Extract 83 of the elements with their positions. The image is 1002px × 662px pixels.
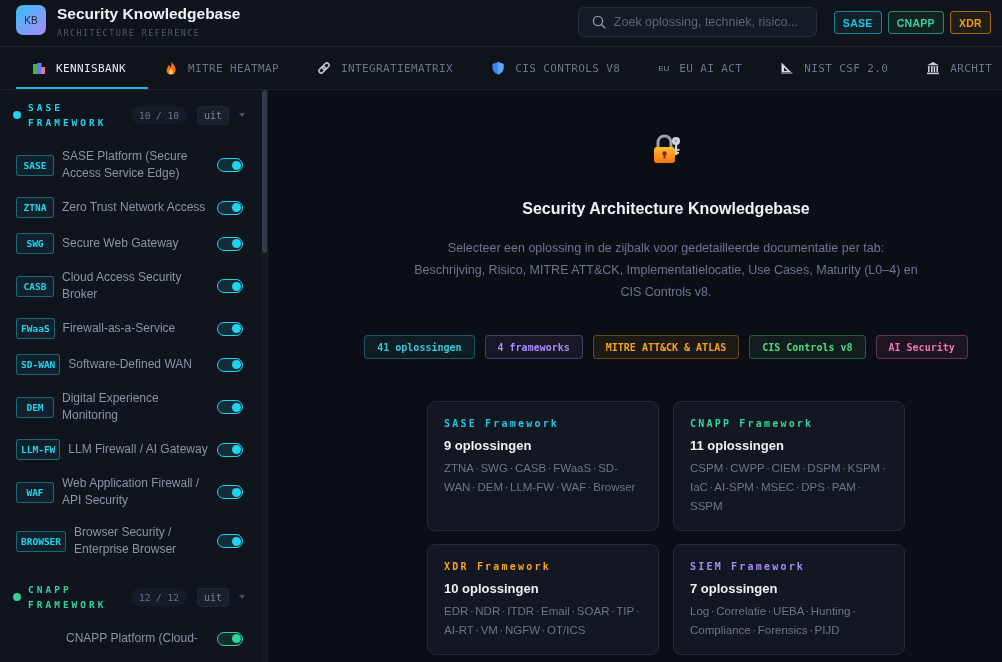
toggle-switch[interactable]: [217, 158, 243, 172]
solution-list: EDR · NDR · ITDR · Email · SOAR · TIP · AI-RT · VM · NGFW · OT/ICS: [444, 602, 642, 640]
solution-name[interactable]: Secure Web Gateway: [62, 235, 209, 252]
tag-badge: FWaaS: [16, 318, 55, 339]
shield-icon: [491, 61, 506, 75]
framework-card[interactable]: SASE Framework 9 oplossingen ZTNA · SWG · CASB · FWaaS · SD-WAN · DEM · LLM-FW · WAF · Browser: [427, 401, 659, 531]
solution-name[interactable]: SASE Platform (Secure Access Service Edge): [62, 148, 209, 182]
solution-name[interactable]: Zero Trust Network Access: [62, 199, 209, 216]
info-chip: MITRE ATT&CK & ATLAS: [592, 335, 740, 359]
tag-badge: SD-WAN: [16, 354, 61, 375]
group-title: SASE FRAMEWORK: [28, 101, 108, 130]
toggle-switch[interactable]: [217, 442, 243, 457]
tag-badge: SASE: [16, 154, 54, 176]
nav-tab[interactable]: EU EU AI ACT: [642, 47, 765, 89]
info-chip: 4 frameworks: [484, 335, 583, 359]
group-title: CNAPP FRAMEWORK: [28, 583, 108, 612]
filter-badge[interactable]: XDR: [949, 11, 991, 34]
solution-name[interactable]: LLM Firewall / AI Gateway: [68, 441, 209, 458]
framework-card[interactable]: CNAPP Framework 11 oplossingen CSPM · CWPP · CIEM · DSPM · KSPM · IaC · AI-SPM · MSEC · DPS · PAM · SSPM: [673, 401, 905, 531]
toggle-switch[interactable]: [217, 321, 243, 336]
nav-tab[interactable]: ARCHIT: [910, 47, 1002, 89]
solution-name[interactable]: Cloud Access Security Broker: [62, 269, 209, 303]
tag-badge: CASB: [16, 275, 54, 297]
tag-badge: LLM-FW: [16, 439, 61, 460]
all-off-button[interactable]: uit: [197, 587, 229, 607]
nav-tab[interactable]: MITRE HEATMAP: [148, 47, 302, 89]
toggle-switch[interactable]: [217, 400, 243, 414]
solution-name[interactable]: Web Application Firewall / API Security: [62, 475, 209, 509]
app-subtitle: ARCHITECTURE REFERENCE: [57, 28, 201, 38]
framework-title: XDR Framework: [444, 561, 552, 573]
tag-badge: ZTNA: [16, 197, 54, 218]
solution-list: Log · Correlatie · UEBA · Hunting · Compliance · Forensics · PIJD: [690, 602, 888, 640]
solution-count: 10 oplossingen: [444, 581, 540, 597]
filter-badge[interactable]: SASE: [833, 11, 882, 34]
scrollbar-thumb[interactable]: [262, 90, 267, 253]
solution-name[interactable]: Software-Defined WAN: [68, 356, 209, 373]
info-chip: CIS Controls v8: [749, 335, 866, 359]
toggle-switch[interactable]: [217, 200, 243, 215]
triangle-ruler-icon: [780, 61, 795, 75]
search-icon: [591, 15, 606, 29]
info-chip: AI Security: [875, 335, 968, 359]
count-badge: 12 / 12: [130, 588, 187, 606]
tag-badge: DEM: [16, 396, 54, 418]
tag-badge: WAF: [16, 481, 54, 503]
filter-badge[interactable]: CNAPP: [887, 11, 944, 34]
tag-badge: BROWSER: [16, 530, 67, 552]
nav-tab[interactable]: INTEGRATIEMATRIX: [301, 47, 476, 89]
solution-list: CSPM · CWPP · CIEM · DSPM · KSPM · IaC · AI-SPM · MSEC · DPS · PAM · SSPM: [690, 459, 888, 516]
solution-count: 11 oplossingen: [690, 438, 785, 454]
toggle-switch[interactable]: [217, 279, 243, 293]
solution-name[interactable]: Firewall-as-a-Service: [62, 320, 209, 337]
framework-title: CNAPP Framework: [690, 418, 815, 430]
tag-badge: SWG: [16, 233, 54, 254]
toggle-switch[interactable]: [217, 236, 243, 251]
link-icon: [317, 61, 332, 75]
solution-name[interactable]: CNAPP Platform (Cloud-: [66, 630, 209, 647]
search-field[interactable]: Zoek oplossing, techniek, risico...: [577, 7, 817, 37]
bank-building-icon: [926, 61, 941, 75]
app-title: Security Knowledgebase: [57, 5, 241, 23]
books-icon: [32, 61, 46, 75]
all-off-button[interactable]: uit: [197, 105, 229, 125]
toggle-switch[interactable]: [217, 631, 243, 646]
flame-icon: [164, 61, 179, 75]
framework-title: SASE Framework: [444, 418, 561, 430]
toggle-switch[interactable]: [217, 534, 243, 548]
toggle-switch[interactable]: [217, 357, 243, 372]
page-heading: Security Architecture Knowledgebase: [522, 200, 810, 218]
count-badge: 10 / 10: [130, 106, 187, 124]
solution-count: 7 oplossingen: [690, 581, 779, 597]
solution-count: 9 oplossingen: [444, 438, 533, 454]
solution-list: ZTNA · SWG · CASB · FWaaS · SD-WAN · DEM · LLM-FW · WAF · Browser: [444, 459, 642, 497]
nav-tab[interactable]: CIS CONTROLS V8: [475, 47, 643, 89]
framework-card[interactable]: XDR Framework 10 oplossingen EDR · NDR · ITDR · Email · SOAR · TIP · AI-RT · VM · NGFW · OT/ICS: [427, 544, 659, 655]
nav-tab[interactable]: NIST CSF 2.0: [764, 47, 911, 89]
solution-name[interactable]: Browser Security / Enterprise Browser: [74, 524, 209, 558]
eu-label: EU: [658, 63, 670, 73]
framework-title: SIEM Framework: [690, 561, 807, 573]
toggle-switch[interactable]: [217, 485, 243, 499]
info-chip: 41 oplossingen: [364, 335, 475, 359]
solution-name[interactable]: Digital Experience Monitoring: [62, 390, 209, 424]
framework-card[interactable]: SIEM Framework 7 oplossingen Log · Correlatie · UEBA · Hunting · Compliance · Forensics · PIJD: [673, 544, 905, 655]
logo-badge: KB: [16, 5, 46, 35]
intro-paragraph: Selecteer een oplossing in de zijbalk voor gedetailleerde documentatie per tab: Beschrijving, Risico, MITRE ATT&CK, Implementatielocatie, Use Cases, Maturity (L0–4) en CIS Controls v8.: [413, 240, 919, 301]
